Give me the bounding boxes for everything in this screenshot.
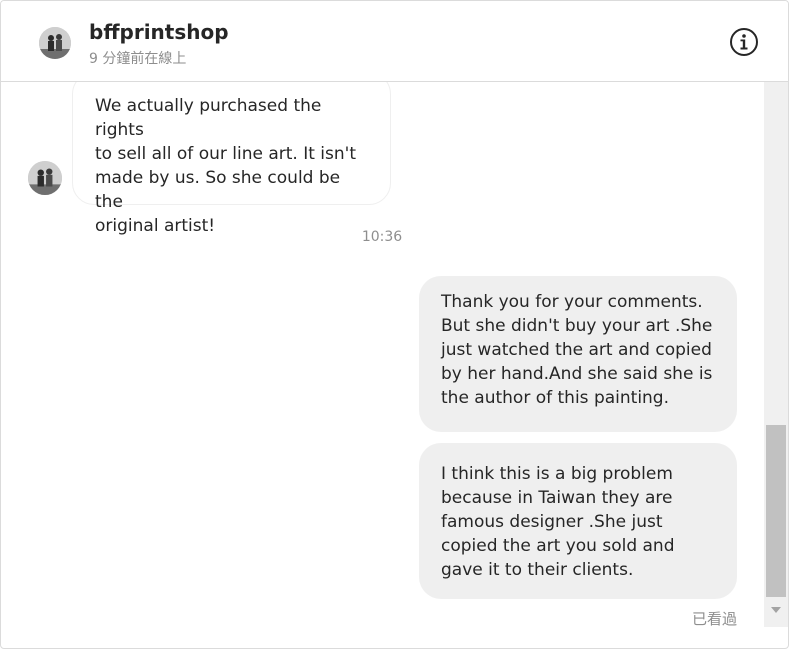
message-timestamp: 10:36: [361, 229, 403, 245]
incoming-message[interactable]: We actually purchased the rights to sell…: [72, 82, 391, 236]
scrollbar-thumb[interactable]: [766, 425, 786, 597]
outgoing-message[interactable]: Thank you for your comments. But she did…: [419, 276, 737, 432]
scrollbar[interactable]: [764, 82, 788, 627]
seen-indicator: 已看過: [691, 610, 737, 628]
chat-username[interactable]: bffprintshop: [89, 20, 229, 44]
avatar-photo: [39, 27, 71, 59]
info-button[interactable]: [729, 27, 759, 57]
info-icon: [730, 28, 758, 56]
avatar-photo: [28, 161, 62, 195]
avatar[interactable]: [39, 27, 71, 59]
scroll-down-arrow-icon[interactable]: [771, 607, 781, 613]
chat-window: bffprintshop 9 分鐘前在線上 We actually purcha…: [0, 0, 789, 649]
online-status: 9 分鐘前在線上: [89, 51, 187, 67]
outgoing-message[interactable]: I think this is a big problem because in…: [419, 443, 737, 599]
message-thread[interactable]: We actually purchased the rights to sell…: [1, 82, 763, 648]
sender-avatar[interactable]: [28, 161, 62, 195]
chat-header: bffprintshop 9 分鐘前在線上: [1, 1, 788, 82]
